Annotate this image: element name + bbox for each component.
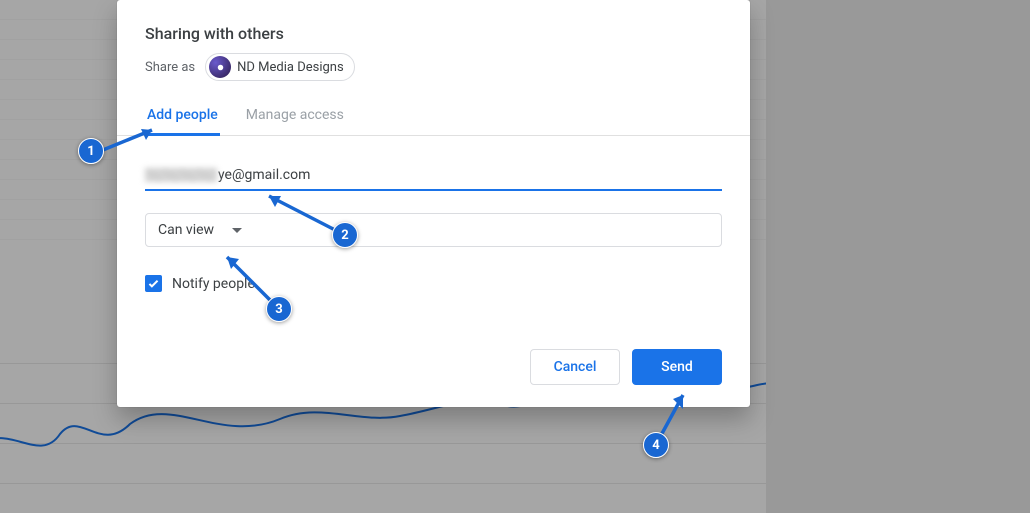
dialog-tabs: Add people Manage access: [117, 101, 750, 136]
caret-down-icon: [232, 228, 242, 233]
share-as-label: Share as: [145, 60, 195, 75]
share-as-chip[interactable]: ND Media Designs: [205, 53, 355, 81]
send-button[interactable]: Send: [632, 349, 722, 385]
notify-checkbox[interactable]: [145, 275, 162, 292]
share-dialog: Sharing with others Share as ND Media De…: [117, 0, 750, 407]
annotation-badge-4: 4: [643, 432, 669, 458]
permission-selected-label: Can view: [158, 222, 214, 238]
cancel-button[interactable]: Cancel: [530, 349, 620, 385]
email-input[interactable]: ye@gmail.com: [145, 162, 722, 191]
tab-manage-access[interactable]: Manage access: [244, 101, 346, 136]
email-visible-part: ye@gmail.com: [218, 167, 310, 183]
share-chip-label: ND Media Designs: [237, 60, 344, 75]
dialog-title: Sharing with others: [145, 24, 722, 43]
annotation-badge-2: 2: [332, 222, 358, 248]
share-as-row: Share as ND Media Designs: [145, 53, 722, 81]
avatar-icon: [209, 56, 231, 78]
annotation-badge-1: 1: [78, 138, 104, 164]
email-redacted-part: [145, 168, 217, 182]
page-side-gutter: [766, 0, 1030, 513]
permission-dropdown[interactable]: Can view: [145, 213, 722, 247]
dialog-actions: Cancel Send: [145, 349, 722, 385]
annotation-badge-3: 3: [266, 296, 292, 322]
